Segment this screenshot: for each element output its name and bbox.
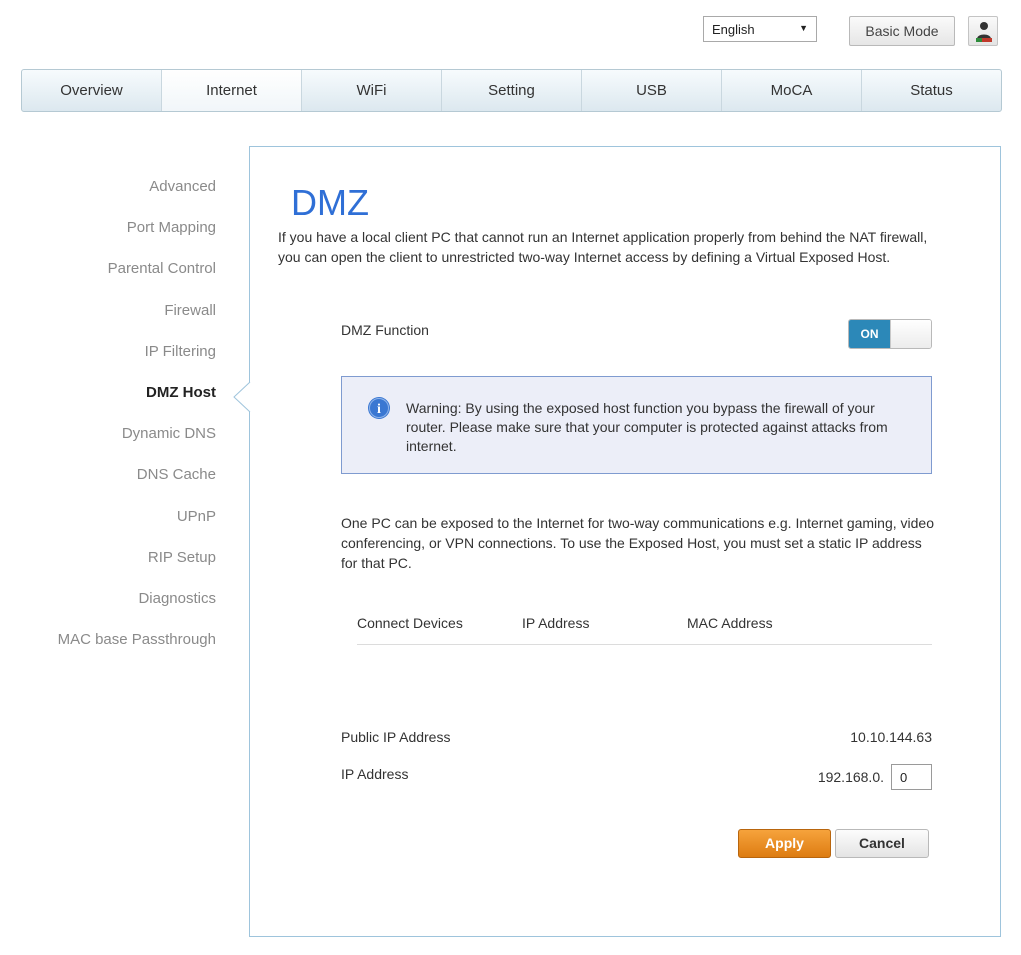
tab-internet[interactable]: Internet <box>162 70 302 111</box>
main-nav: Overview Internet WiFi Setting USB MoCA … <box>21 69 1002 112</box>
intro-text: If you have a local client PC that canno… <box>278 229 928 265</box>
exposed-host-description: One PC can be exposed to the Internet fo… <box>341 515 934 571</box>
apply-button[interactable]: Apply <box>738 829 831 858</box>
ip-address-label: IP Address <box>341 766 409 782</box>
tab-wifi[interactable]: WiFi <box>302 70 442 111</box>
sidebar-item-port-mapping[interactable]: Port Mapping <box>0 207 216 248</box>
sidebar-item-diagnostics[interactable]: Diagnostics <box>0 578 216 619</box>
ip-address-last-octet-input[interactable] <box>891 764 932 790</box>
svg-text:i: i <box>377 402 381 417</box>
tab-overview[interactable]: Overview <box>22 70 162 111</box>
basic-mode-button[interactable]: Basic Mode <box>849 16 955 46</box>
tab-setting[interactable]: Setting <box>442 70 582 111</box>
sidebar-item-dmz-host[interactable]: DMZ Host <box>0 372 216 413</box>
language-selected: English <box>712 22 755 37</box>
cancel-button[interactable]: Cancel <box>835 829 929 858</box>
sidebar-item-mac-base-passthrough[interactable]: MAC base Passthrough <box>0 619 216 660</box>
sidebar-item-advanced[interactable]: Advanced <box>0 166 216 207</box>
column-header-connect-devices: Connect Devices <box>357 615 463 631</box>
tab-status[interactable]: Status <box>862 70 1001 111</box>
tab-usb[interactable]: USB <box>582 70 722 111</box>
table-divider <box>357 644 932 645</box>
language-select[interactable]: English ▼ <box>703 16 817 42</box>
public-ip-label: Public IP Address <box>341 729 451 745</box>
user-admin-icon[interactable] <box>968 16 998 46</box>
toggle-on-label: ON <box>849 320 890 348</box>
sidebar-item-rip-setup[interactable]: RIP Setup <box>0 537 216 578</box>
ip-address-prefix: 192.168.0. <box>817 769 884 785</box>
sidebar-item-upnp[interactable]: UPnP <box>0 496 216 537</box>
sidebar-item-dns-cache[interactable]: DNS Cache <box>0 454 216 495</box>
sidebar-item-ip-filtering[interactable]: IP Filtering <box>0 331 216 372</box>
tab-moca[interactable]: MoCA <box>722 70 862 111</box>
sidebar-item-firewall[interactable]: Firewall <box>0 290 216 331</box>
column-header-mac-address: MAC Address <box>687 615 773 631</box>
page-title: DMZ <box>291 182 369 223</box>
public-ip-value: 10.10.144.63 <box>850 729 932 745</box>
active-item-pointer <box>233 382 251 412</box>
sidebar-item-dynamic-dns[interactable]: Dynamic DNS <box>0 413 216 454</box>
sidebar: Advanced Port Mapping Parental Control F… <box>0 166 216 660</box>
info-icon: i <box>368 397 390 419</box>
warning-box: i Warning: By using the exposed host fun… <box>341 376 932 474</box>
dmz-function-label: DMZ Function <box>341 322 429 338</box>
content-panel: DMZ If you have a local client PC that c… <box>249 146 1001 937</box>
dropdown-arrow-icon: ▼ <box>799 23 808 33</box>
dmz-function-toggle[interactable]: ON <box>848 319 932 349</box>
toggle-knob <box>890 320 931 348</box>
warning-text: Warning: By using the exposed host funct… <box>406 400 888 454</box>
sidebar-item-parental-control[interactable]: Parental Control <box>0 248 216 289</box>
column-header-ip-address: IP Address <box>522 615 590 631</box>
